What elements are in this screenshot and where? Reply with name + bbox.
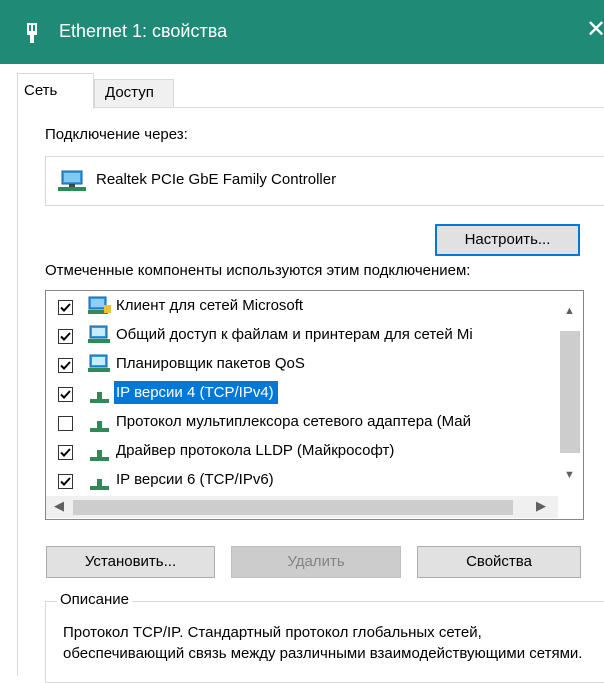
scroll-thumb[interactable] — [560, 331, 580, 453]
list-item[interactable]: Планировщик пакетов QoS — [46, 351, 558, 380]
list-item[interactable]: Клиент для сетей Microsoft — [46, 293, 558, 322]
adapter-field: Realtek PCIe GbE Family Controller — [45, 156, 604, 206]
checkmark-icon — [60, 448, 71, 457]
list-item-label: IP версии 4 (TCP/IPv4) — [114, 381, 278, 404]
list-item-label: Драйвер протокола LLDP (Майкрософт) — [116, 442, 395, 459]
list-item[interactable]: Общий доступ к файлам и принтерам для се… — [46, 322, 558, 351]
checkmark-icon — [60, 390, 71, 399]
list-item-label: Планировщик пакетов QoS — [116, 355, 305, 372]
network-client-icon — [88, 296, 111, 314]
horizontal-scrollbar[interactable]: ◀ ▶ — [46, 496, 558, 518]
list-item[interactable]: Драйвер протокола LLDP (Майкрософт) — [46, 438, 558, 467]
adapter-name: Realtek PCIe GbE Family Controller — [96, 171, 337, 188]
list-item-label: Клиент для сетей Microsoft — [116, 297, 304, 314]
components-list[interactable]: Клиент для сетей Microsoft Общий доступ … — [45, 290, 584, 520]
description-legend: Описание — [57, 591, 133, 608]
configure-button[interactable]: Настроить... — [435, 224, 580, 256]
checkbox[interactable] — [58, 300, 73, 315]
checkbox[interactable] — [58, 329, 73, 344]
list-item-label: IP версии 6 (TCP/IPv6) — [116, 471, 274, 488]
protocol-icon — [90, 479, 109, 490]
checkbox[interactable] — [58, 358, 73, 373]
connect-using-label: Подключение через: — [45, 126, 188, 143]
scroll-right-icon[interactable]: ▶ — [536, 498, 546, 514]
list-item[interactable]: IP версии 4 (TCP/IPv4) — [46, 380, 558, 409]
protocol-icon — [90, 450, 109, 461]
close-icon[interactable]: ✕ — [586, 16, 604, 44]
checkmark-icon — [60, 477, 71, 486]
components-label: Отмеченные компоненты используются этим … — [45, 262, 471, 279]
scroll-left-icon[interactable]: ◀ — [54, 498, 64, 514]
title-bar: Ethernet 1: свойства ✕ — [0, 0, 604, 64]
list-item[interactable]: IP версии 6 (TCP/IPv6) — [46, 467, 558, 496]
properties-button[interactable]: Свойства — [417, 546, 581, 578]
network-adapter-icon — [27, 23, 37, 43]
scroll-thumb[interactable] — [73, 500, 513, 515]
checkmark-icon — [60, 332, 71, 341]
checkbox[interactable] — [58, 474, 73, 489]
window-title: Ethernet 1: свойства — [59, 21, 228, 41]
checkmark-icon — [60, 361, 71, 370]
list-item-label: Протокол мультиплексора сетевого адаптер… — [116, 413, 471, 430]
tab-bar: Сеть Доступ — [0, 64, 604, 109]
tab-sharing-label: Доступ — [105, 84, 154, 101]
remove-button[interactable]: Удалить — [231, 546, 401, 578]
checkbox[interactable] — [58, 416, 73, 431]
install-button[interactable]: Установить... — [46, 546, 215, 578]
checkbox[interactable] — [58, 445, 73, 460]
tab-sharing[interactable]: Доступ — [94, 79, 174, 108]
tab-network-label: Сеть — [24, 82, 58, 99]
vertical-scrollbar[interactable]: ▲ ▼ — [558, 291, 582, 490]
list-item-label: Общий доступ к файлам и принтерам для се… — [116, 326, 473, 343]
list-item[interactable]: Протокол мультиплексора сетевого адаптер… — [46, 409, 558, 438]
description-text: Протокол TCP/IP. Стандартный протокол гл… — [63, 624, 583, 662]
protocol-icon — [90, 421, 109, 432]
network-adapter-icon — [58, 170, 86, 191]
network-service-icon — [88, 354, 110, 372]
scroll-down-icon[interactable]: ▼ — [564, 469, 575, 481]
protocol-icon — [90, 392, 109, 403]
network-service-icon — [88, 325, 110, 343]
checkbox[interactable] — [58, 387, 73, 402]
checkmark-icon — [60, 303, 71, 312]
tab-network[interactable]: Сеть — [17, 73, 94, 109]
scroll-up-icon[interactable]: ▲ — [564, 305, 575, 317]
